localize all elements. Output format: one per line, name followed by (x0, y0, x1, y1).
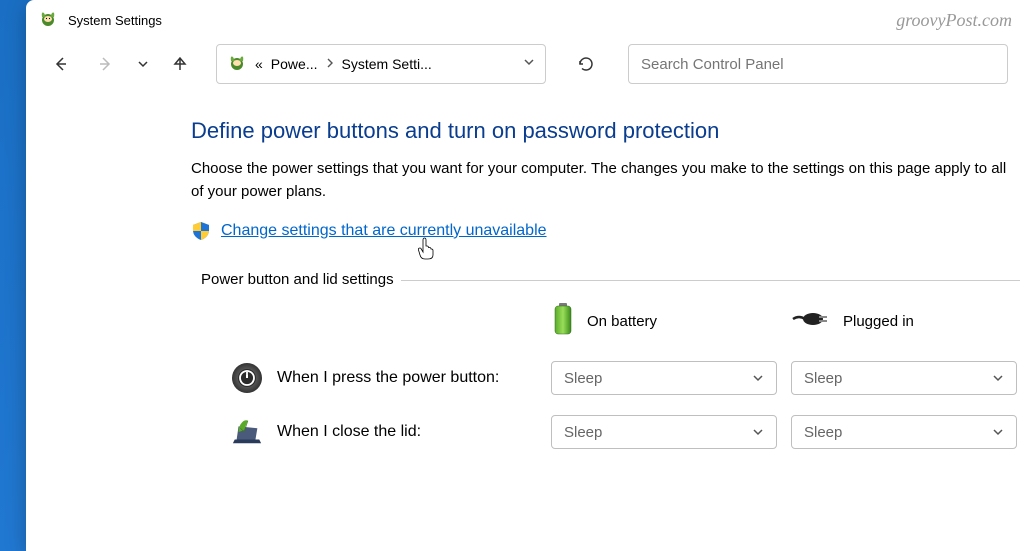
close-lid-plugged-dropdown[interactable]: Sleep (791, 415, 1017, 449)
change-settings-link[interactable]: Change settings that are currently unava… (221, 222, 547, 240)
titlebar: System Settings (26, 0, 1024, 40)
section-divider (401, 280, 1020, 281)
page-description: Choose the power settings that you want … (191, 158, 1011, 203)
breadcrumb-dropdown-icon[interactable] (523, 55, 535, 73)
power-button-icon (231, 362, 263, 394)
history-dropdown[interactable] (134, 46, 152, 82)
dropdown-value: Sleep (804, 424, 842, 441)
dropdown-value: Sleep (804, 370, 842, 387)
content-area: Define power buttons and turn on passwor… (26, 98, 1024, 449)
dropdown-value: Sleep (564, 424, 602, 441)
chevron-down-icon (752, 426, 764, 438)
page-heading: Define power buttons and turn on passwor… (191, 118, 1024, 144)
chevron-down-icon (992, 372, 1004, 384)
power-button-row-label: When I press the power button: (191, 362, 551, 394)
dropdown-value: Sleep (564, 370, 602, 387)
plugged-label: Plugged in (843, 313, 914, 330)
watermark: groovyPost.com (896, 10, 1012, 31)
breadcrumb-item-1[interactable]: Powe... (271, 56, 318, 72)
refresh-button[interactable] (566, 44, 606, 84)
close-lid-row-label: When I close the lid: (191, 416, 551, 448)
window-title: System Settings (68, 13, 162, 28)
chevron-down-icon (992, 426, 1004, 438)
breadcrumb-item-2[interactable]: System Setti... (342, 56, 432, 72)
breadcrumb-separator-icon (326, 57, 334, 71)
change-settings-row: Change settings that are currently unava… (191, 221, 1024, 241)
close-lid-battery-dropdown[interactable]: Sleep (551, 415, 777, 449)
plug-icon (791, 307, 831, 335)
battery-label: On battery (587, 313, 657, 330)
up-button[interactable] (162, 46, 198, 82)
plugged-column-header: Plugged in (791, 307, 1024, 335)
window: groovyPost.com System Settings (26, 0, 1024, 551)
chevron-down-icon (752, 372, 764, 384)
settings-grid: On battery Plugged in (191, 301, 1024, 449)
nav-row: « Powe... System Setti... (26, 40, 1024, 98)
power-button-text: When I press the power button: (277, 369, 499, 387)
forward-button[interactable] (88, 46, 124, 82)
search-box[interactable] (628, 44, 1008, 84)
battery-column-header: On battery (551, 301, 791, 341)
search-input[interactable] (641, 45, 995, 83)
back-button[interactable] (42, 46, 78, 82)
close-lid-text: When I close the lid: (277, 423, 421, 441)
hand-cursor-icon (416, 237, 436, 261)
breadcrumb-prefix: « (255, 56, 263, 72)
power-button-plugged-dropdown[interactable]: Sleep (791, 361, 1017, 395)
power-button-battery-dropdown[interactable]: Sleep (551, 361, 777, 395)
breadcrumb-icon (227, 52, 247, 77)
shield-icon (191, 221, 211, 241)
battery-icon (551, 301, 575, 341)
breadcrumb[interactable]: « Powe... System Setti... (216, 44, 546, 84)
app-icon (38, 8, 58, 33)
laptop-lid-icon (231, 416, 263, 448)
